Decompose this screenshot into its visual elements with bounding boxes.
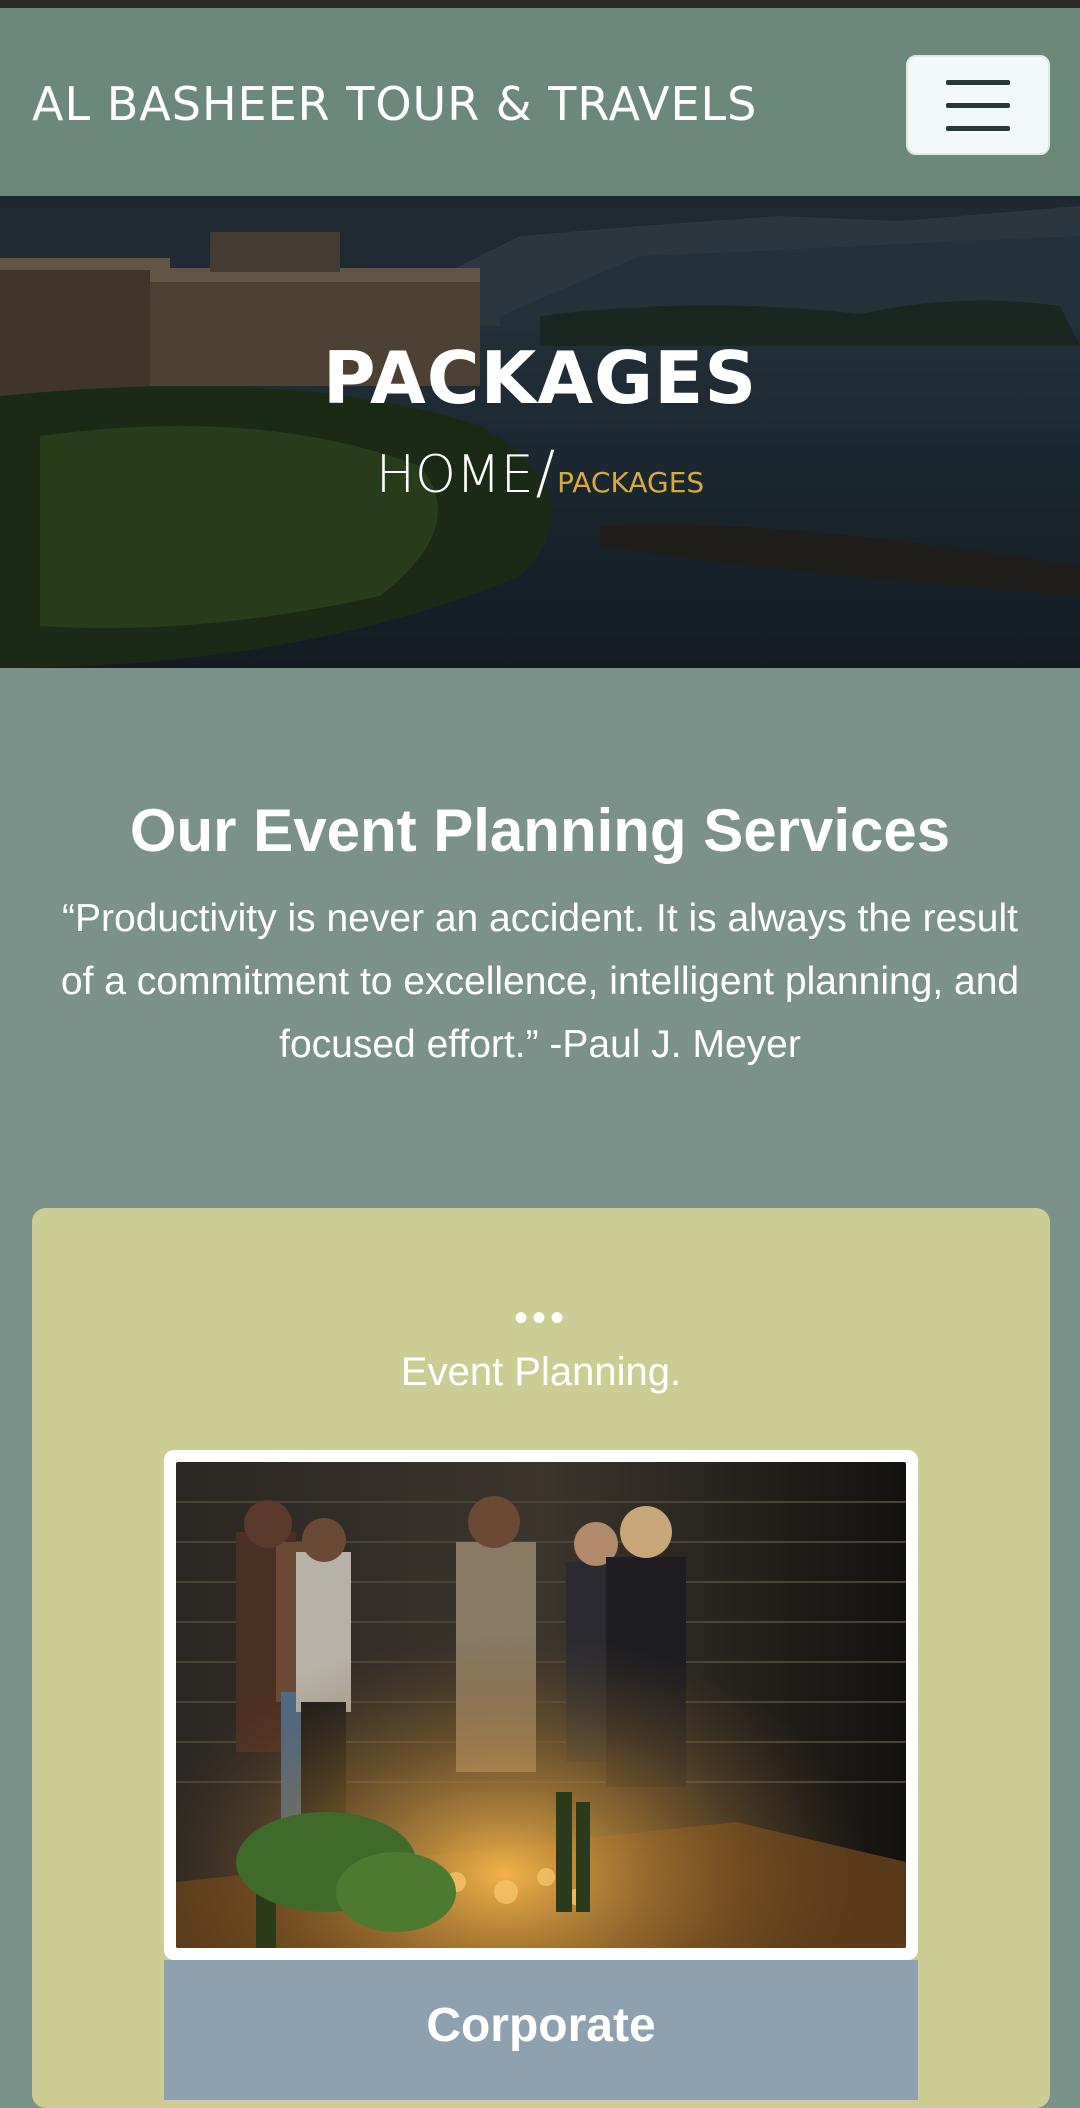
caption-bar: Corporate bbox=[164, 1960, 918, 2100]
services-quote: “Productivity is never an accident. It i… bbox=[60, 897, 1020, 1066]
top-edge-bar bbox=[0, 0, 1080, 8]
breadcrumb-current: PACKAGES bbox=[557, 466, 705, 499]
hero-banner: PACKAGES HOME / PACKAGES bbox=[0, 196, 1080, 668]
breadcrumb: HOME / PACKAGES bbox=[0, 438, 1080, 506]
hamburger-menu-icon-line bbox=[946, 125, 1010, 131]
corporate-event-photo[interactable] bbox=[164, 1450, 918, 1960]
card-heading: Event Planning. bbox=[400, 1350, 682, 1394]
breadcrumb-home-link[interactable]: HOME bbox=[376, 445, 534, 505]
page-title: PACKAGES bbox=[322, 336, 758, 420]
services-title: Our Event Planning Services bbox=[129, 797, 951, 864]
navbar: AL BASHEER TOUR & TRAVELS bbox=[0, 8, 1080, 196]
corporate-event-image bbox=[176, 1462, 906, 1948]
more-dots-icon: ••• bbox=[513, 1296, 568, 1340]
hamburger-menu-icon-line bbox=[946, 79, 1010, 85]
hero-content: PACKAGES HOME / PACKAGES bbox=[0, 336, 1080, 506]
caption-title: Corporate bbox=[426, 1999, 656, 2052]
menu-toggle-button[interactable] bbox=[906, 55, 1050, 155]
breadcrumb-separator: / bbox=[535, 438, 556, 506]
brand-logo-text[interactable]: AL BASHEER TOUR & TRAVELS bbox=[32, 77, 757, 131]
event-planning-card: ••• Event Planning. Corporate bbox=[32, 1208, 1050, 2108]
hamburger-menu-icon-line bbox=[946, 102, 1010, 108]
services-section: Our Event Planning Services “Productivit… bbox=[0, 668, 1080, 1076]
